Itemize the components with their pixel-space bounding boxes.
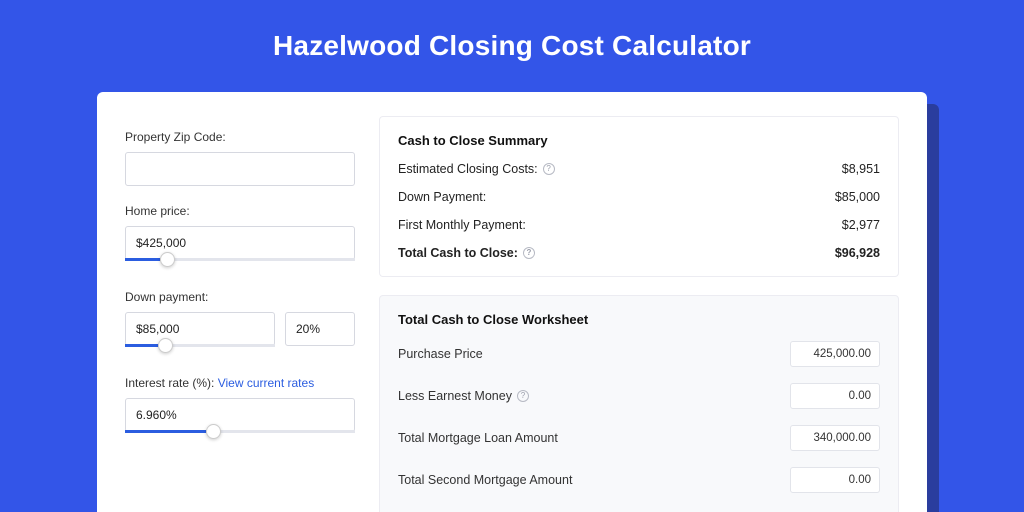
down-payment-label: Down payment: [125,290,355,304]
worksheet-title: Total Cash to Close Worksheet [398,312,880,327]
worksheet-value-input[interactable] [790,425,880,451]
row-label: First Monthly Payment: [398,218,526,232]
interest-rate-label: Interest rate (%): View current rates [125,376,355,390]
calculator-card: Property Zip Code: Home price: Down paym… [97,92,927,512]
calculator-card-wrap: Property Zip Code: Home price: Down paym… [97,92,927,512]
down-payment-field: Down payment: [125,290,355,358]
slider-thumb[interactable] [158,338,173,353]
zip-field: Property Zip Code: [125,130,355,186]
label-text: Down Payment: [398,190,486,204]
home-price-slider[interactable] [125,258,355,272]
row-label: Total Mortgage Loan Amount [398,431,558,445]
row-label: Down Payment: [398,190,486,204]
down-payment-pct-input[interactable] [285,312,355,346]
worksheet-row-purchase-price: Purchase Price [398,341,880,367]
worksheet-value-input[interactable] [790,383,880,409]
row-label: Estimated Closing Costs: ? [398,162,555,176]
summary-panel: Cash to Close Summary Estimated Closing … [379,116,899,277]
summary-row-down-payment: Down Payment: $85,000 [398,190,880,204]
interest-rate-field: Interest rate (%): View current rates [125,376,355,444]
zip-label: Property Zip Code: [125,130,355,144]
home-price-field: Home price: [125,204,355,272]
home-price-label: Home price: [125,204,355,218]
worksheet-row-earnest-money: Less Earnest Money ? [398,383,880,409]
down-payment-input[interactable] [125,312,275,346]
worksheet-value-input[interactable] [790,467,880,493]
label-text: Purchase Price [398,347,483,361]
help-icon[interactable]: ? [543,163,555,175]
row-label: Total Second Mortgage Amount [398,473,572,487]
slider-thumb[interactable] [206,424,221,439]
worksheet-panel: Total Cash to Close Worksheet Purchase P… [379,295,899,512]
row-value: $8,951 [842,162,880,176]
summary-row-first-payment: First Monthly Payment: $2,977 [398,218,880,232]
slider-fill [125,344,158,347]
view-rates-link[interactable]: View current rates [218,376,315,390]
row-label: Less Earnest Money ? [398,389,529,403]
worksheet-row-mortgage-amount: Total Mortgage Loan Amount [398,425,880,451]
label-text: Total Second Mortgage Amount [398,473,572,487]
help-icon[interactable]: ? [523,247,535,259]
interest-rate-label-text: Interest rate (%): [125,376,218,390]
row-value: $96,928 [835,246,880,260]
home-price-input[interactable] [125,226,355,260]
summary-row-closing-costs: Estimated Closing Costs: ? $8,951 [398,162,880,176]
slider-fill [125,430,206,433]
label-text: Total Cash to Close: [398,246,518,260]
down-payment-slider[interactable] [125,344,275,358]
row-value: $85,000 [835,190,880,204]
row-value: $2,977 [842,218,880,232]
worksheet-value-input[interactable] [790,341,880,367]
label-text: Estimated Closing Costs: [398,162,538,176]
summary-row-total: Total Cash to Close: ? $96,928 [398,246,880,260]
label-text: First Monthly Payment: [398,218,526,232]
slider-fill [125,258,160,261]
worksheet-row-second-mortgage: Total Second Mortgage Amount [398,467,880,493]
help-icon[interactable]: ? [517,390,529,402]
summary-title: Cash to Close Summary [398,133,880,148]
row-label: Total Cash to Close: ? [398,246,535,260]
label-text: Total Mortgage Loan Amount [398,431,558,445]
inputs-column: Property Zip Code: Home price: Down paym… [125,116,355,512]
results-column: Cash to Close Summary Estimated Closing … [379,116,899,512]
zip-input[interactable] [125,152,355,186]
interest-rate-slider[interactable] [125,430,355,444]
page-title: Hazelwood Closing Cost Calculator [273,30,751,62]
interest-rate-input[interactable] [125,398,355,432]
slider-thumb[interactable] [160,252,175,267]
label-text: Less Earnest Money [398,389,512,403]
row-label: Purchase Price [398,347,483,361]
